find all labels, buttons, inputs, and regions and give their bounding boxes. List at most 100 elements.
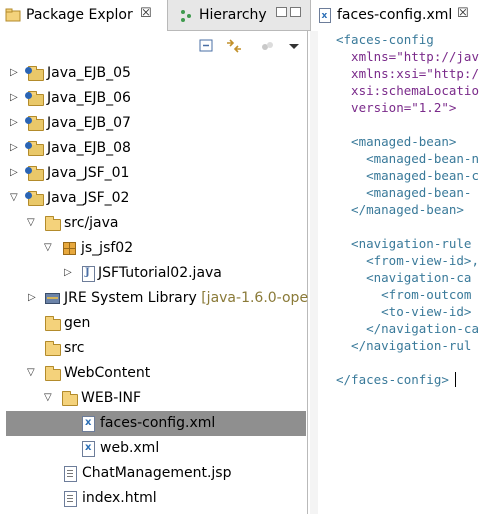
tree-item-label: WebContent — [64, 365, 151, 381]
text-cursor — [454, 372, 456, 387]
xml-editor: x faces-config.xml ☒ <faces-config xmlns… — [308, 0, 482, 514]
tree-item-index-html[interactable]: index.html — [0, 486, 307, 511]
close-icon[interactable]: ☒ — [140, 6, 152, 21]
view-menu-icon — [289, 44, 299, 49]
tree-item-js-jsf02[interactable]: ▽ js_jsf02 — [0, 236, 307, 261]
expand-icon[interactable]: ▷ — [10, 167, 20, 179]
tree-item-label: gen — [64, 315, 91, 331]
jsp-file-icon — [62, 465, 78, 482]
package-explorer-view: Package Explor ☒ Hierarchy ▷ Java_EJB_05… — [0, 0, 317, 514]
close-icon[interactable]: ☒ — [457, 6, 469, 21]
project-icon — [25, 190, 44, 206]
tree-item-java-ejb-06[interactable]: ▷ Java_EJB_06 — [0, 86, 307, 111]
project-icon — [25, 115, 44, 131]
expand-icon[interactable]: ▷ — [10, 92, 20, 104]
tree-item-jre-system-library[interactable]: ▷ JRE System Library [java-1.6.0-open — [0, 286, 317, 311]
svg-text:x: x — [322, 11, 328, 21]
folder-icon — [44, 340, 61, 356]
code-line: <managed-bean- — [336, 185, 472, 200]
library-name: JRE System Library — [64, 290, 197, 306]
tree-item-label: JSFTutorial02.java — [98, 265, 222, 281]
link-with-editor-button[interactable] — [224, 36, 244, 56]
tree-item-label: web.xml — [100, 440, 160, 456]
code-line: </navigation-rul — [336, 338, 472, 353]
code-line: <faces-config — [336, 32, 434, 47]
xml-file-icon — [80, 415, 96, 432]
html-file-icon — [62, 490, 78, 507]
tree-item-label: Java_EJB_08 — [47, 140, 131, 156]
tree-item-chatmanagement-jsp[interactable]: ChatManagement.jsp — [0, 461, 307, 486]
tree-item-java-jsf-01[interactable]: ▷ Java_JSF_01 — [0, 161, 307, 186]
xml-file-icon: x — [319, 8, 331, 23]
tree-item-web-xml[interactable]: web.xml — [0, 436, 307, 461]
collapse-icon[interactable]: ▽ — [27, 217, 37, 229]
tab-hierarchy[interactable]: Hierarchy — [170, 0, 270, 31]
expand-icon[interactable]: ▷ — [10, 67, 20, 79]
code-line: <managed-bean> — [336, 134, 457, 149]
tab-faces-config-xml[interactable]: x faces-config.xml ☒ — [310, 0, 482, 31]
tree-item-label: Java_JSF_01 — [47, 165, 130, 181]
tree-item-label: Java_JSF_02 — [47, 190, 130, 206]
code-line: <managed-bean-n — [336, 151, 479, 166]
expand-icon[interactable]: ▷ — [10, 117, 20, 129]
tree-item-java-ejb-05[interactable]: ▷ Java_EJB_05 — [0, 61, 307, 86]
code-line: <navigation-rule — [336, 236, 472, 251]
code-line: <to-view-id> — [336, 304, 472, 319]
tree-item-label: Java_EJB_07 — [47, 115, 131, 131]
editor-gutter — [310, 31, 318, 514]
package-explorer-icon — [5, 8, 21, 22]
expand-icon[interactable]: ▷ — [10, 142, 20, 154]
tree-item-java-ejb-08[interactable]: ▷ Java_EJB_08 — [0, 136, 307, 161]
code-line: </managed-bean> — [336, 202, 464, 217]
collapse-icon[interactable]: ▽ — [27, 367, 37, 379]
tab-package-explorer[interactable]: Package Explor ☒ — [0, 0, 168, 31]
tree-item-web-inf[interactable]: ▽ WEB-INF — [0, 386, 307, 411]
hierarchy-icon — [181, 10, 191, 22]
minimize-icon[interactable] — [276, 7, 287, 17]
xml-file-icon — [80, 440, 96, 457]
code-line: xsi:schemaLocatio — [336, 83, 479, 98]
view-menu-button[interactable] — [284, 36, 304, 56]
project-icon — [25, 90, 44, 106]
tree-item-java-jsf-02[interactable]: ▽ Java_JSF_02 — [0, 186, 307, 211]
code-line: <managed-bean-c — [336, 168, 479, 183]
code-area[interactable]: <faces-config xmlns="http://jav xmlns:xs… — [308, 31, 482, 514]
tree-item-label: src — [64, 340, 85, 356]
tree-item-java-ejb-07[interactable]: ▷ Java_EJB_07 — [0, 111, 307, 136]
code-line: xmlns:xsi="http:/ — [336, 66, 479, 81]
code-line: xmlns="http://jav — [336, 49, 479, 64]
tab-package-explorer-label: Package Explor — [26, 7, 133, 23]
tree-item-webcontent[interactable]: ▽ WebContent — [0, 361, 307, 386]
tree-item-gen[interactable]: gen — [0, 311, 307, 336]
editor-tab-label: faces-config.xml — [337, 7, 453, 23]
code-line: <from-outcom — [336, 287, 472, 302]
tree-item-label: js_jsf02 — [81, 240, 134, 256]
code-line: </navigation-ca — [336, 321, 479, 336]
tree-item-src[interactable]: src — [0, 336, 307, 361]
collapse-icon[interactable]: ▽ — [10, 192, 20, 204]
collapse-all-icon — [199, 39, 213, 52]
expand-icon[interactable]: ▷ — [28, 292, 38, 304]
library-icon — [44, 290, 60, 306]
project-icon — [25, 165, 44, 181]
tree-item-label: Java_EJB_05 — [47, 65, 131, 81]
expand-icon[interactable]: ▷ — [64, 267, 74, 279]
maximize-icon[interactable] — [290, 7, 301, 17]
tree-item-src-java[interactable]: ▽ src/java — [0, 211, 307, 236]
collapse-icon[interactable]: ▽ — [44, 242, 54, 254]
explorer-toolbar — [0, 32, 308, 60]
code-line: version="1.2"> — [336, 100, 457, 115]
source-folder-icon — [44, 215, 61, 231]
code-line: <from-view-id>, — [336, 253, 479, 268]
collapse-all-button[interactable] — [197, 36, 217, 56]
focus-on-working-set-button[interactable] — [258, 36, 278, 56]
package-icon — [61, 240, 77, 256]
collapse-icon[interactable]: ▽ — [44, 392, 54, 404]
tree-item-label: JRE System Library [java-1.6.0-open — [64, 290, 317, 306]
tree-item-faces-config-xml[interactable]: faces-config.xml — [6, 411, 306, 436]
editor-tab-bar: x faces-config.xml ☒ — [308, 0, 482, 31]
code-line: <navigation-ca — [336, 270, 472, 285]
tree-item-jsftutorial02-java[interactable]: ▷ JSFTutorial02.java — [0, 261, 307, 286]
view-minimize-maximize — [276, 7, 304, 21]
explorer-tab-bar: Package Explor ☒ Hierarchy — [0, 0, 308, 31]
